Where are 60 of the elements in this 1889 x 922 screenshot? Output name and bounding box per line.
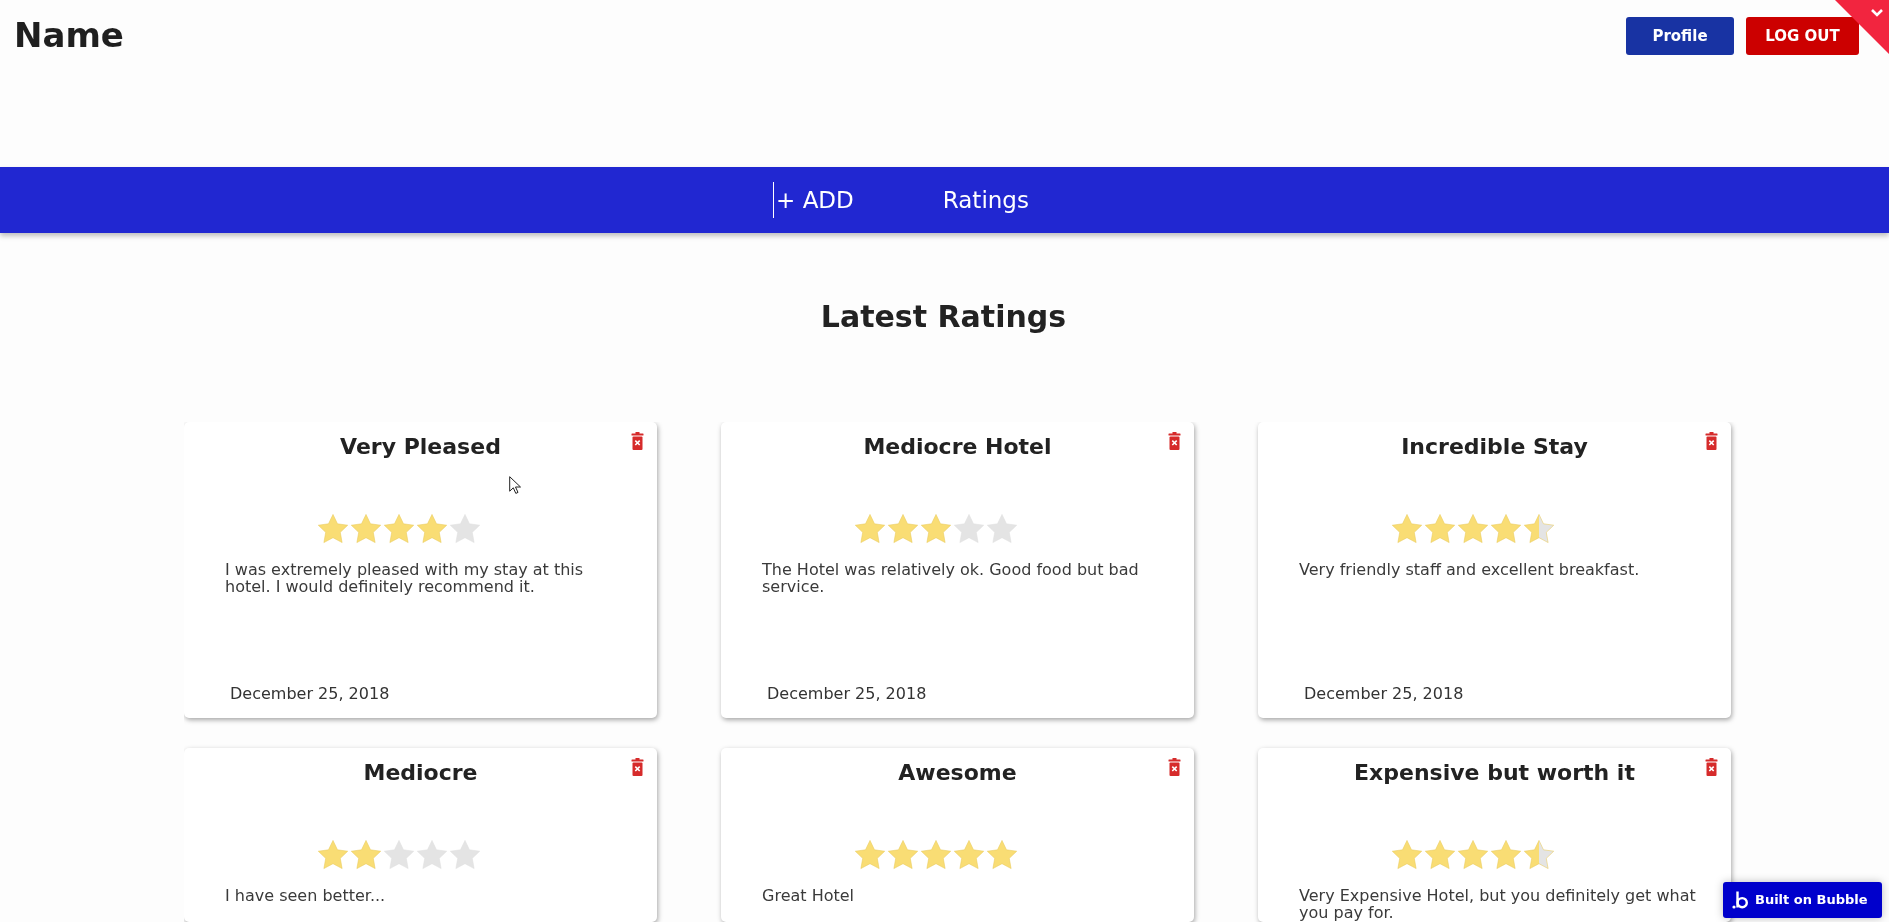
empty-star-icon [417,839,447,870]
built-on-bubble-button[interactable]: Built on Bubble [1723,882,1882,918]
nav-link[interactable]: + ADD [773,182,854,218]
star-icon [888,839,918,870]
star-icon [855,513,885,544]
star-icon [1425,513,1455,544]
star-icon [318,839,348,870]
card-title: Mediocre [363,759,478,787]
star-icon [351,839,381,870]
trash-icon[interactable] [1705,432,1718,450]
star-icon [1491,839,1521,870]
logout-button[interactable]: LOG OUT [1746,17,1859,55]
card-title: Very Pleased [340,433,501,461]
review-text: The Hotel was relatively ok. Good food but bad service. [762,561,1140,595]
card-title: Incredible Stay [1401,433,1588,461]
star-icon [855,839,885,870]
empty-star-icon [450,839,480,870]
empty-star-icon [987,513,1017,544]
star-icon [351,513,381,544]
star-icon [318,513,348,544]
empty-star-icon [954,513,984,544]
star-icon [888,513,918,544]
trash-icon[interactable] [1705,758,1718,776]
star-icon [921,839,951,870]
trash-icon[interactable] [631,758,644,776]
section-heading: Latest Ratings [820,298,1067,336]
review-date: December 25, 2018 [1304,683,1464,705]
star-icon [1491,513,1521,544]
star-icon [921,513,951,544]
site-title: Name [14,15,124,55]
trash-icon[interactable] [1168,758,1181,776]
star-icon [1392,513,1422,544]
star-icon [384,513,414,544]
half-star-icon [1524,839,1554,870]
review-text: I have seen better... [225,887,387,904]
logo-icon [1732,891,1748,909]
review-text: Very Expensive Hotel, but you definitely get what you pay for. [1299,887,1697,921]
half-star-icon [1524,513,1554,544]
star-icon [1392,839,1422,870]
review-text: Very friendly staff and excellent breakfast. [1299,561,1641,578]
review-text: Great Hotel [762,887,855,904]
star-icon [987,839,1017,870]
card-title: Mediocre Hotel [863,433,1052,461]
trash-icon[interactable] [631,432,644,450]
star-icon [1425,839,1455,870]
star-icon [954,839,984,870]
empty-star-icon [450,513,480,544]
review-date: December 25, 2018 [230,683,390,705]
card-title: Awesome [898,759,1017,787]
star-icon [1458,839,1488,870]
review-text: I was extremely pleased with my stay at this hotel. I would definitely recommend it. [225,561,585,595]
star-icon [1458,513,1488,544]
card-title: Expensive but worth it [1354,759,1635,787]
star-icon [417,513,447,544]
nav-link[interactable]: Ratings [942,182,1029,218]
trash-icon[interactable] [1168,432,1181,450]
empty-star-icon [384,839,414,870]
mouse-pointer-icon [509,476,521,494]
profile-button[interactable]: Profile [1626,17,1734,55]
review-date: December 25, 2018 [767,683,927,705]
